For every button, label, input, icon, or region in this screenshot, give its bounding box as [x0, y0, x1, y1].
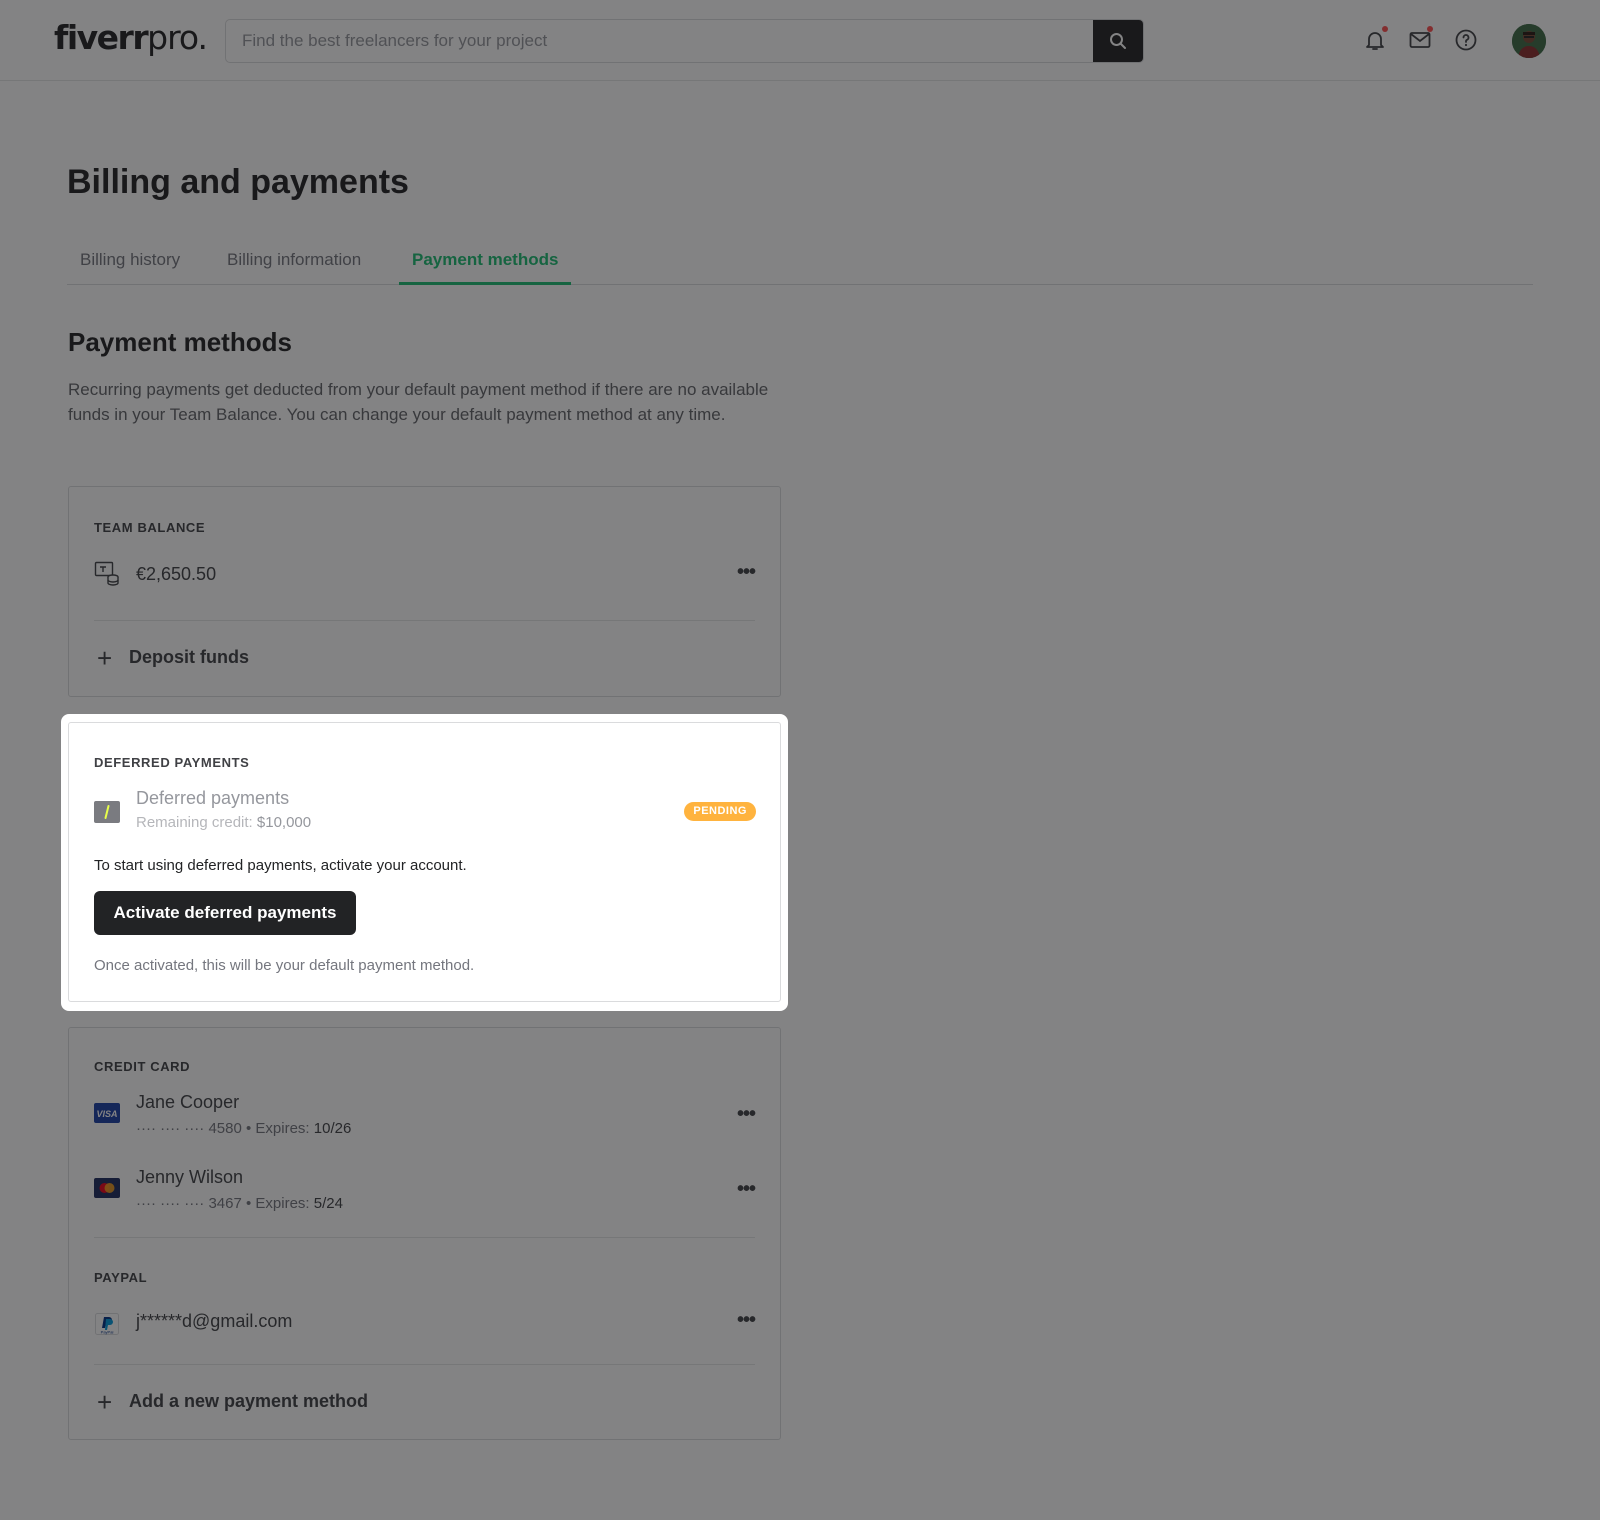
deferred-payment-icon	[94, 799, 120, 825]
notification-dot	[1382, 26, 1388, 32]
remaining-credit-value: $10,000	[256, 814, 312, 831]
user-avatar[interactable]	[1512, 24, 1546, 58]
credit-card-label: CREDIT CARD	[94, 1059, 191, 1074]
deferred-payment-name: Deferred payments	[136, 788, 290, 808]
avatar-image	[1512, 24, 1546, 58]
tab-payment-methods[interactable]: Payment methods	[399, 250, 572, 285]
help-icon	[1455, 29, 1477, 51]
svg-text:VISA: VISA	[96, 1109, 117, 1119]
page-title: Billing and payments	[67, 163, 409, 201]
deposit-funds-label: Deposit funds	[129, 647, 249, 667]
divider	[94, 1237, 755, 1238]
plus-icon: +	[97, 642, 113, 673]
team-balance-amount: €2,650.50	[136, 564, 217, 584]
card-more-button[interactable]: •••	[734, 1104, 758, 1129]
deferred-notice: To start using deferred payments, activa…	[94, 857, 467, 874]
search-bar	[225, 19, 1144, 63]
card-number-mask: ···· ···· ···· 4580	[136, 1120, 242, 1137]
messages-button[interactable]	[1406, 26, 1434, 54]
paypal-email: j******d@gmail.com	[136, 1311, 293, 1331]
search-icon	[1110, 33, 1126, 49]
card-holder-name: Jenny Wilson	[136, 1167, 244, 1187]
status-badge: PENDING	[684, 802, 756, 821]
team-balance-card: TEAM BALANCE €2,650.50 ••• + Deposit fun…	[68, 486, 781, 697]
tab-billing-information[interactable]: Billing information	[214, 250, 374, 284]
logo-main-text: fiverr	[54, 18, 149, 57]
card-number-mask: ···· ···· ···· 3467	[136, 1195, 242, 1212]
section-description: Recurring payments get deducted from you…	[68, 380, 769, 424]
plus-icon: +	[97, 1386, 113, 1417]
help-button[interactable]	[1452, 26, 1480, 54]
svg-text:PayPal: PayPal	[101, 1330, 114, 1335]
search-input[interactable]	[226, 20, 1093, 62]
card-expiry: 10/26	[313, 1120, 352, 1137]
tab-billing-history[interactable]: Billing history	[67, 250, 193, 284]
remaining-credit: Remaining credit: $10,000	[136, 814, 311, 831]
section-title: Payment methods	[68, 327, 292, 357]
divider	[94, 620, 755, 621]
balance-icon	[94, 561, 120, 587]
message-dot	[1427, 26, 1433, 32]
card-details: ···· ···· ···· 4580 • Expires: 10/26	[136, 1120, 351, 1137]
visa-icon: VISA	[94, 1100, 120, 1126]
add-payment-method-label: Add a new payment method	[129, 1391, 369, 1411]
fiverr-pro-logo[interactable]: fiverrpro.	[54, 18, 208, 57]
deposit-funds-button[interactable]: + Deposit funds	[97, 642, 249, 673]
payment-methods-card: CREDIT CARD VISA Jane Cooper ···· ···· ·…	[68, 1027, 781, 1440]
card-details: ···· ···· ···· 3467 • Expires: 5/24	[136, 1195, 343, 1212]
logo-suffix-text: pro.	[147, 18, 208, 57]
add-payment-method-button[interactable]: + Add a new payment method	[97, 1386, 369, 1417]
remaining-credit-label: Remaining credit:	[136, 814, 253, 831]
deferred-footnote: Once activated, this will be your defaul…	[94, 957, 475, 974]
paypal-label: PAYPAL	[94, 1270, 148, 1285]
billing-tabs: Billing history Billing information Paym…	[67, 242, 1533, 285]
notifications-button[interactable]	[1361, 26, 1389, 54]
divider	[94, 1364, 755, 1365]
top-header: fiverrpro.	[0, 0, 1600, 81]
card-expiry: 5/24	[313, 1195, 343, 1212]
expires-label: • Expires:	[246, 1195, 310, 1212]
search-button[interactable]	[1093, 20, 1143, 62]
billing-page: fiverrpro. Billing and payments Billing …	[0, 0, 1600, 1520]
card-holder-name: Jane Cooper	[136, 1092, 240, 1112]
activate-deferred-payments-button[interactable]: Activate deferred payments	[94, 891, 356, 935]
team-balance-label: TEAM BALANCE	[94, 520, 206, 535]
mastercard-icon	[94, 1175, 120, 1201]
paypal-more-button[interactable]: •••	[734, 1310, 758, 1335]
team-balance-more-button[interactable]: •••	[734, 562, 758, 587]
paypal-icon: PayPal	[94, 1311, 120, 1337]
deferred-payments-label: DEFERRED PAYMENTS	[94, 755, 250, 770]
deferred-payments-card: DEFERRED PAYMENTS Deferred payments Rema…	[68, 722, 781, 1002]
expires-label: • Expires:	[246, 1120, 310, 1137]
card-more-button[interactable]: •••	[734, 1179, 758, 1204]
